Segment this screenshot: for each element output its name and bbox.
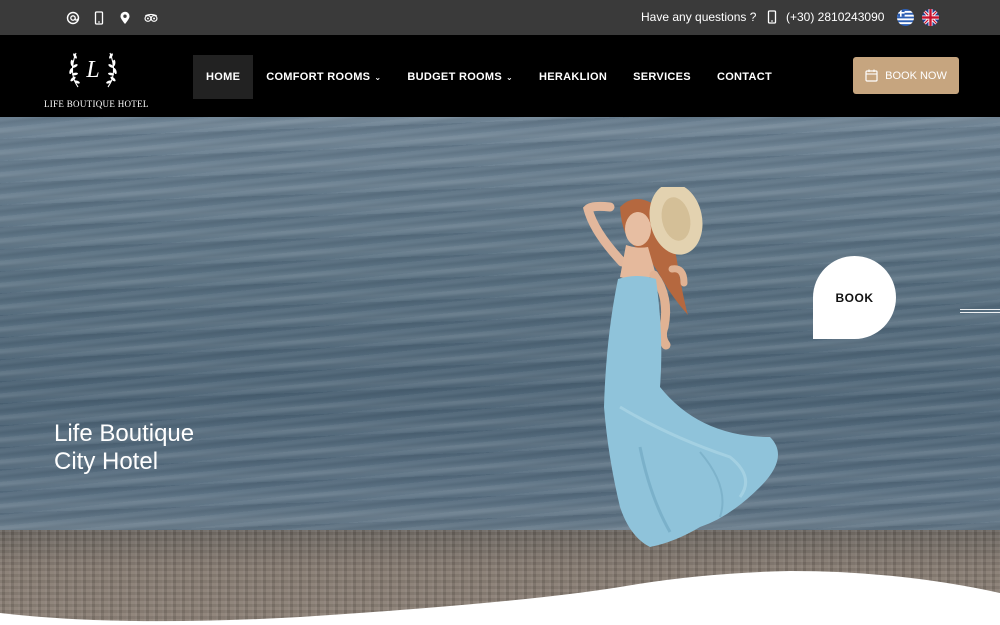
hero-slider: Life Boutique City Hotel BOOK: [0, 117, 1000, 625]
hero-bottom-wave: [0, 571, 1000, 625]
nav-home[interactable]: HOME: [193, 55, 254, 99]
main-navbar: L LIFE BOUTIQUE HOTEL HOME COMFORT ROOMS…: [0, 35, 1000, 117]
nav-comfort-rooms[interactable]: COMFORT ROOMS ⌄: [253, 55, 394, 99]
mobile-icon[interactable]: [92, 10, 106, 25]
hero-woman-photo: [582, 187, 778, 547]
chevron-down-icon: ⌄: [506, 72, 514, 82]
tripadvisor-icon[interactable]: [144, 11, 158, 25]
nav-contact[interactable]: CONTACT: [704, 55, 785, 99]
book-now-button[interactable]: BOOK NOW: [853, 57, 959, 94]
top-bar: Have any questions ? (+30) 2810243090: [0, 0, 1000, 35]
phone-icon: [767, 10, 777, 24]
chevron-down-icon: ⌄: [374, 72, 382, 82]
logo-monogram: L: [85, 57, 99, 83]
calendar-icon: [865, 69, 878, 82]
logo-text: LIFE BOUTIQUE HOTEL: [44, 99, 149, 109]
nav-contact-label: CONTACT: [716, 71, 773, 83]
nav-heraklion-label: HERAKLION: [539, 71, 608, 83]
nav-budget-rooms[interactable]: BUDGET ROOMS ⌄: [394, 55, 526, 99]
greek-flag-icon[interactable]: [897, 9, 914, 26]
nav-home-label: HOME: [206, 71, 241, 83]
hotel-logo[interactable]: L LIFE BOUTIQUE HOTEL: [44, 43, 149, 111]
nav-budget-rooms-label: BUDGET ROOMS: [407, 71, 502, 83]
main-menu: HOME COMFORT ROOMS ⌄ BUDGET ROOMS ⌄ HERA…: [193, 55, 785, 99]
laurel-monogram-icon: L: [69, 52, 117, 88]
nav-services-label: SERVICES: [633, 71, 691, 83]
hero-title: Life Boutique City Hotel: [54, 420, 194, 476]
location-pin-icon[interactable]: [118, 11, 132, 25]
nav-services[interactable]: SERVICES: [620, 55, 704, 99]
book-now-label: BOOK NOW: [885, 69, 947, 82]
phone-number[interactable]: (+30) 2810243090: [786, 10, 884, 24]
hero-title-line1: Life Boutique: [54, 420, 195, 447]
nav-heraklion[interactable]: HERAKLION: [526, 55, 620, 99]
slider-indicator[interactable]: [960, 309, 1000, 313]
book-bubble-button[interactable]: BOOK: [813, 256, 896, 339]
at-icon[interactable]: [66, 11, 80, 25]
english-flag-icon[interactable]: [922, 9, 939, 26]
nav-comfort-rooms-label: COMFORT ROOMS: [266, 71, 371, 83]
contact-icons: [66, 0, 158, 35]
hero-title-line2: City Hotel: [54, 448, 159, 475]
questions-text: Have any questions ?: [641, 10, 757, 24]
